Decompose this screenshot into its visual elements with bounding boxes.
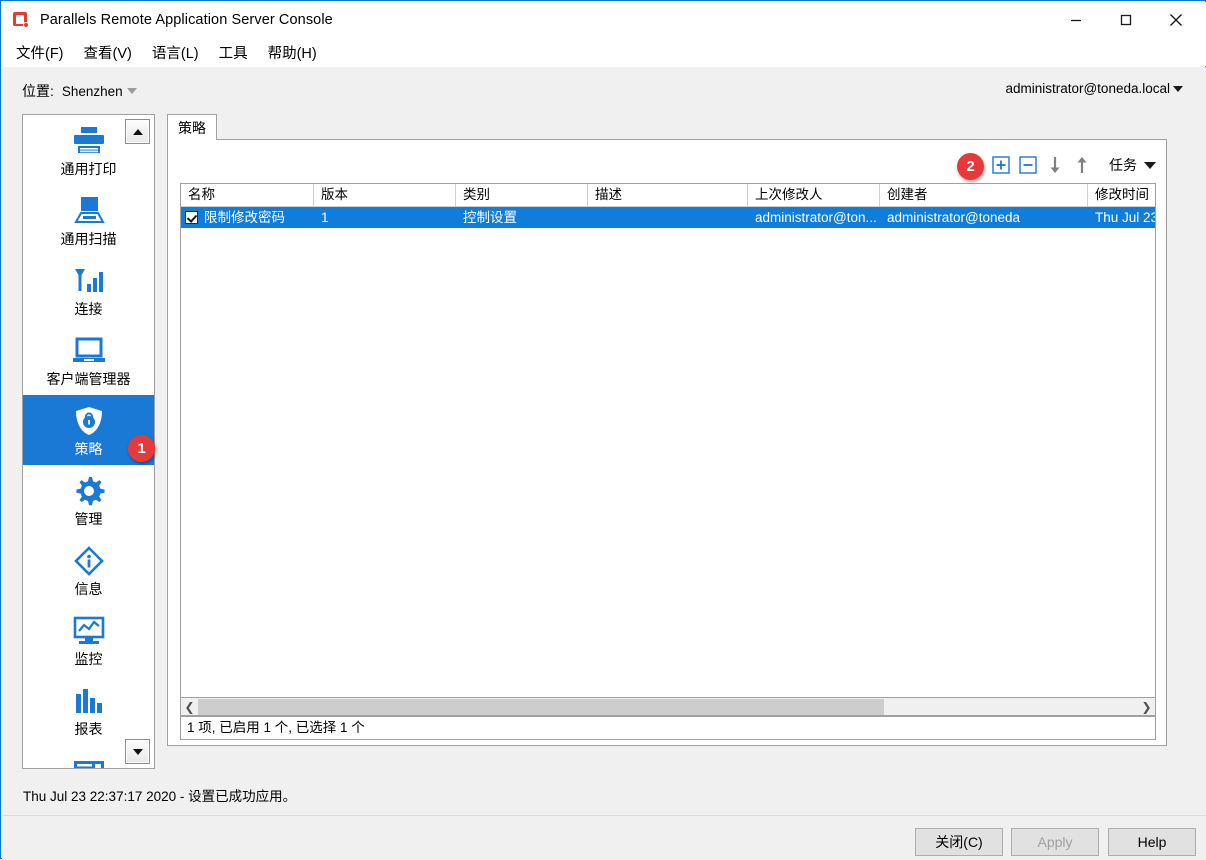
chevron-down-icon[interactable] — [1144, 161, 1156, 169]
horizontal-scrollbar[interactable]: ❮ ❯ — [180, 698, 1156, 716]
tab-strip: 策略 — [167, 114, 1167, 140]
panel-toolbar: 任务 — [985, 153, 1156, 177]
tasks-menu-label[interactable]: 任务 — [1109, 155, 1137, 175]
policies-panel: 任务 名称 版本 类别 描述 上次修改人 创建者 修改时间 限制修改密码 1 控… — [167, 139, 1167, 746]
menu-bar: 文件(F) 查看(V) 语言(L) 工具 帮助(H) — [2, 38, 1206, 66]
sidebar-item-label: 策略 — [74, 441, 103, 457]
location-label: 位置: — [22, 83, 54, 99]
menu-file[interactable]: 文件(F) — [14, 41, 66, 64]
column-header-created-by[interactable]: 创建者 — [880, 184, 1088, 206]
sidebar-scroll-down-button[interactable] — [125, 739, 150, 764]
apply-button: Apply — [1011, 828, 1099, 856]
column-header-last-modified-by[interactable]: 上次修改人 — [748, 184, 880, 206]
add-plus-icon[interactable] — [990, 154, 1012, 176]
application-window: Parallels Remote Application Server Cons… — [0, 0, 1206, 860]
table-body: 限制修改密码 1 控制设置 administrator@ton... admin… — [181, 207, 1155, 228]
column-header-description[interactable]: 描述 — [588, 184, 748, 206]
annotation-badge-2: 2 — [957, 153, 984, 180]
table-status-bar: 1 项, 已启用 1 个, 已选择 1 个 — [180, 716, 1156, 740]
sidebar-item-information[interactable]: 信息 — [23, 535, 154, 605]
table-row[interactable]: 限制修改密码 1 控制设置 administrator@ton... admin… — [181, 207, 1155, 228]
sidebar-item-label: 监控 — [74, 651, 103, 667]
sidebar-item-universal-scanning[interactable]: 通用扫描 — [23, 185, 154, 255]
column-header-name[interactable]: 名称 — [181, 184, 314, 206]
menu-help[interactable]: 帮助(H) — [266, 41, 319, 64]
cell-modified-time: Thu Jul 23 2 — [1095, 210, 1155, 225]
title-bar: Parallels Remote Application Server Cons… — [2, 2, 1206, 38]
scanner-icon — [72, 193, 106, 229]
scrollbar-thumb[interactable] — [198, 698, 885, 715]
printer-icon — [72, 123, 106, 159]
sidebar-item-monitoring[interactable]: 监控 — [23, 605, 154, 675]
sidebar-item-label: 客户端管理器 — [46, 371, 131, 387]
cell-version: 1 — [321, 210, 329, 225]
sidebar-item-administration[interactable]: 管理 — [23, 465, 154, 535]
chevron-down-icon — [1173, 85, 1183, 92]
cell-created-by: administrator@toneda — [887, 210, 1021, 225]
location-selector[interactable]: 位置: Shenzhen — [22, 81, 137, 101]
sidebar-item-label: 通用扫描 — [60, 231, 117, 247]
cell-name: 限制修改密码 — [204, 210, 285, 225]
gear-icon — [73, 473, 105, 509]
column-header-category[interactable]: 类别 — [456, 184, 588, 206]
laptop-icon — [71, 333, 107, 369]
sidebar-item-connection[interactable]: 连接 — [23, 255, 154, 325]
cell-category: 控制设置 — [463, 210, 517, 225]
sidebar-scroll-up-button[interactable] — [125, 119, 150, 144]
menu-view[interactable]: 查看(V) — [82, 41, 134, 64]
monitor-chart-icon — [72, 613, 106, 649]
annotation-badge-1: 1 — [128, 435, 155, 462]
tab-policy[interactable]: 策略 — [167, 114, 217, 140]
info-diamond-icon — [73, 543, 105, 579]
parallels-app-icon — [13, 11, 31, 29]
account-menu[interactable]: administrator@toneda.local — [1005, 81, 1183, 96]
policies-table: 名称 版本 类别 描述 上次修改人 创建者 修改时间 限制修改密码 1 控制设置 — [180, 183, 1156, 698]
log-message: Thu Jul 23 22:37:17 2020 - 设置已成功应用。 — [23, 789, 297, 804]
chevron-left-icon[interactable]: ❮ — [181, 699, 198, 715]
sidebar-item-reporting[interactable]: 报表 — [23, 675, 154, 745]
chevron-down-icon — [126, 88, 137, 94]
close-icon[interactable] — [1153, 3, 1199, 37]
sidebar-item-label: 信息 — [74, 581, 103, 597]
window-title: Parallels Remote Application Server Cons… — [40, 12, 333, 28]
column-header-modified-time[interactable]: 修改时间 — [1088, 184, 1155, 206]
scroll-up-arrow-icon — [132, 128, 143, 135]
cell-name-wrap: 限制修改密码 — [181, 207, 314, 228]
scroll-down-arrow-icon — [132, 748, 143, 755]
sidebar-item-label: 连接 — [74, 301, 103, 317]
dialog-button-bar: 关闭(C) Apply Help — [2, 815, 1206, 860]
sidebar-item-client-manager[interactable]: 客户端管理器 — [23, 325, 154, 395]
maximize-icon[interactable] — [1103, 3, 1149, 37]
sidebar-item-label: 通用打印 — [60, 161, 117, 177]
menu-tools[interactable]: 工具 — [217, 41, 250, 64]
row-checkbox[interactable] — [185, 211, 198, 224]
menu-language[interactable]: 语言(L) — [150, 41, 201, 64]
table-header-row: 名称 版本 类别 描述 上次修改人 创建者 修改时间 — [181, 184, 1155, 207]
account-name: administrator@toneda.local — [1005, 81, 1170, 96]
help-button[interactable]: Help — [1108, 828, 1196, 856]
remove-minus-icon[interactable] — [1017, 154, 1039, 176]
chevron-right-icon[interactable]: ❯ — [1138, 699, 1155, 715]
arrow-up-icon[interactable] — [1071, 154, 1093, 176]
shield-lock-icon — [73, 403, 105, 439]
column-header-version[interactable]: 版本 — [314, 184, 456, 206]
minimize-icon[interactable] — [1053, 3, 1099, 37]
arrow-down-icon[interactable] — [1044, 154, 1066, 176]
cell-last-modified-by: administrator@ton... — [755, 210, 877, 225]
close-button[interactable]: 关闭(C) — [915, 828, 1003, 856]
signal-icon — [72, 263, 106, 299]
scrollbar-track[interactable] — [198, 698, 1138, 715]
bar-chart-icon — [73, 683, 105, 719]
sidebar-item-label: 报表 — [74, 721, 103, 737]
license-card-icon — [72, 753, 106, 768]
sidebar-item-label: 管理 — [74, 511, 103, 527]
location-value: Shenzhen — [61, 83, 123, 99]
